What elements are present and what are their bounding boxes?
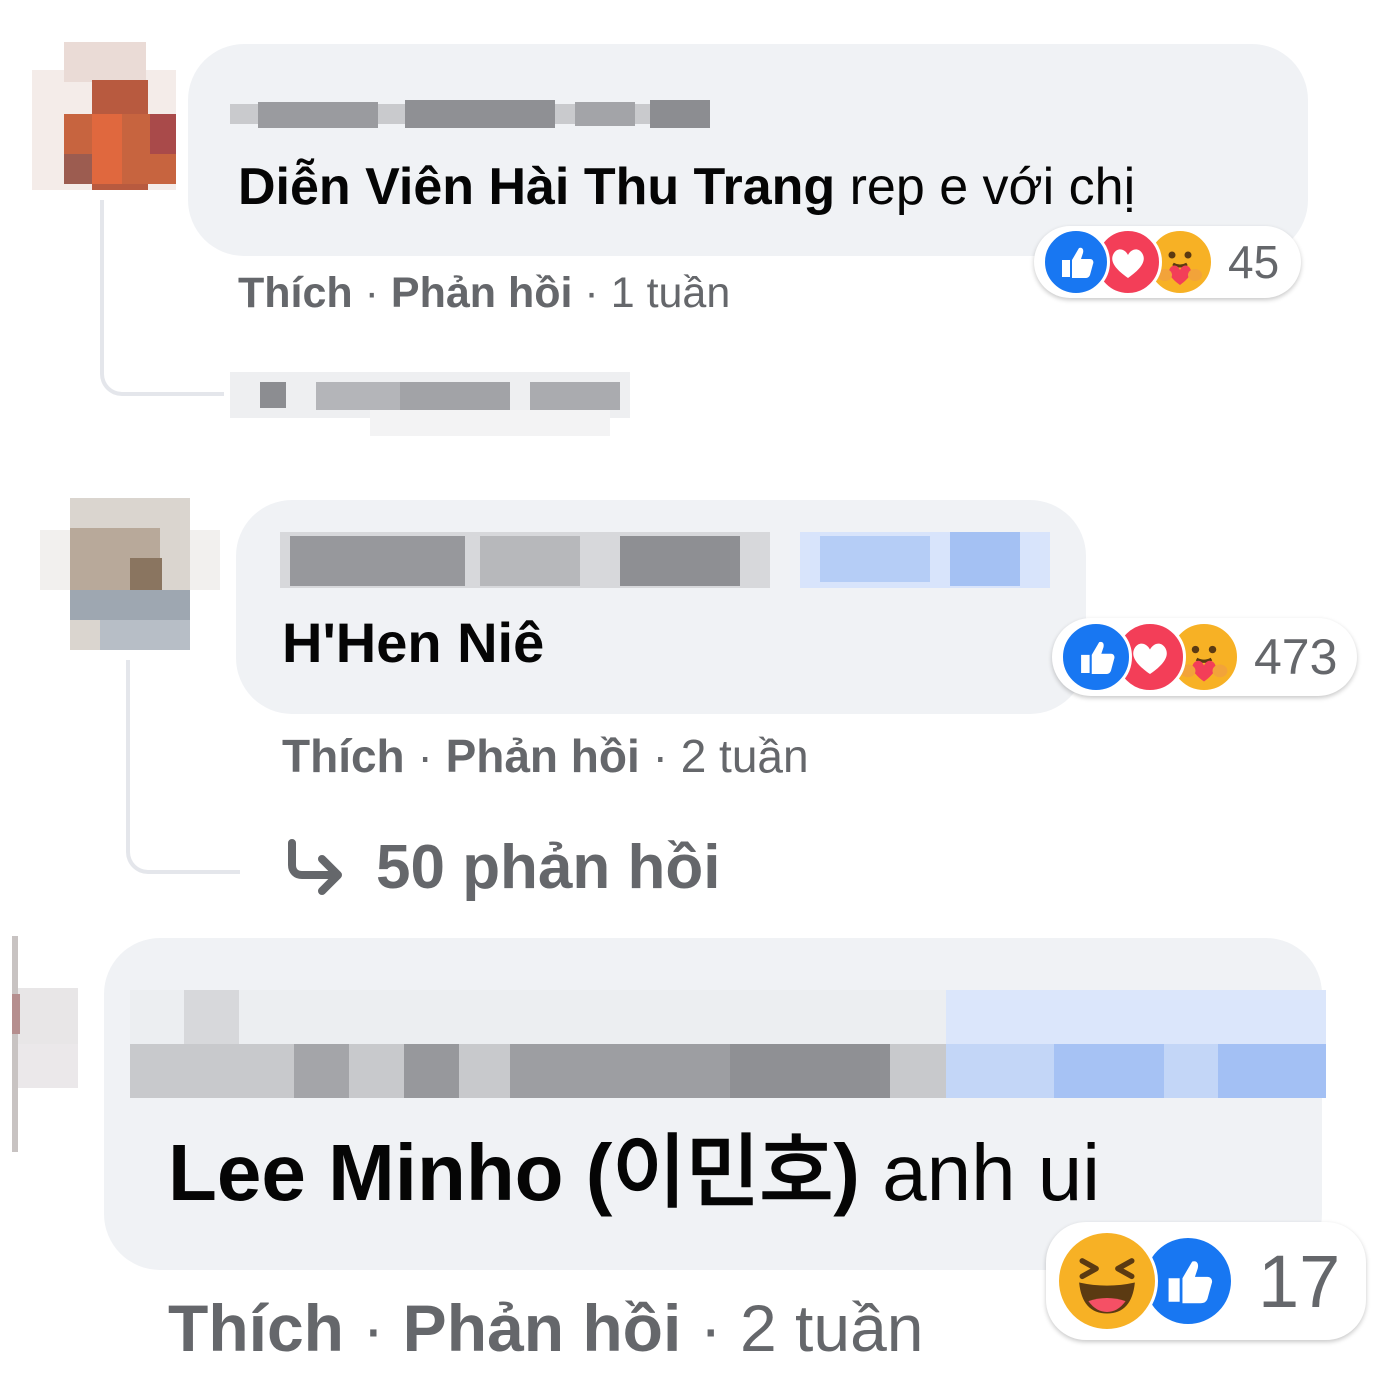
reaction-summary[interactable]: 473 (1052, 618, 1358, 696)
timestamp[interactable]: 1 tuần (611, 269, 731, 317)
haha-icon (1056, 1230, 1158, 1332)
like-action[interactable]: Thích (168, 1291, 344, 1365)
separator: · (362, 1291, 385, 1365)
timestamp[interactable]: 2 tuần (740, 1291, 924, 1365)
comment-text: Diễn Viên Hài Thu Trang rep e với chị (238, 154, 1135, 220)
collapsed-reply-blurred[interactable] (230, 354, 630, 438)
like-icon (1060, 621, 1132, 693)
reply-action[interactable]: Phản hồi (446, 730, 640, 782)
reaction-summary[interactable]: 45 (1034, 226, 1302, 298)
author-name-blurred[interactable] (280, 528, 1050, 592)
comment-text: Lee Minho (이민호) anh ui (168, 1128, 1100, 1218)
separator: · (364, 269, 379, 317)
like-action[interactable]: Thích (238, 269, 353, 317)
replies-count-label[interactable]: 50 phản hồi (376, 832, 720, 903)
reaction-count: 17 (1258, 1239, 1341, 1323)
thread-connector (100, 200, 224, 396)
comment-body: rep e với chị (835, 158, 1136, 216)
author-name-blurred[interactable] (130, 990, 1326, 1098)
mentioned-user[interactable]: H'Hen Niê (282, 610, 544, 676)
comment-body: anh ui (859, 1128, 1101, 1217)
avatar[interactable] (32, 42, 176, 190)
mentioned-user[interactable]: Diễn Viên Hài Thu Trang (238, 158, 835, 216)
like-action[interactable]: Thích (282, 730, 405, 782)
view-replies-link[interactable]: 50 phản hồi (284, 832, 720, 902)
separator: · (417, 730, 433, 782)
reply-arrow-icon (284, 839, 346, 895)
separator: · (699, 1291, 722, 1365)
reaction-summary[interactable]: 17 (1046, 1222, 1367, 1340)
like-icon (1042, 228, 1110, 296)
separator: · (584, 269, 599, 317)
comment-actions: Thích · Phản hồi · 2 tuần (168, 1290, 924, 1366)
reaction-count: 473 (1254, 629, 1338, 685)
avatar[interactable] (12, 936, 78, 1152)
comment-bubble (188, 44, 1308, 256)
reaction-count: 45 (1228, 236, 1280, 288)
thread-connector (126, 660, 240, 874)
reply-action[interactable]: Phản hồi (391, 269, 573, 317)
mentioned-user[interactable]: Lee Minho (이민호) (168, 1128, 860, 1217)
comment-bubble (104, 938, 1322, 1270)
timestamp[interactable]: 2 tuần (681, 730, 809, 782)
reply-action[interactable]: Phản hồi (403, 1291, 682, 1365)
avatar[interactable] (40, 498, 220, 650)
comment-actions: Thích · Phản hồi · 2 tuần (282, 728, 809, 784)
author-name-blurred[interactable] (230, 96, 710, 130)
comment-actions: Thích · Phản hồi · 1 tuần (238, 268, 730, 318)
separator: · (652, 730, 668, 782)
